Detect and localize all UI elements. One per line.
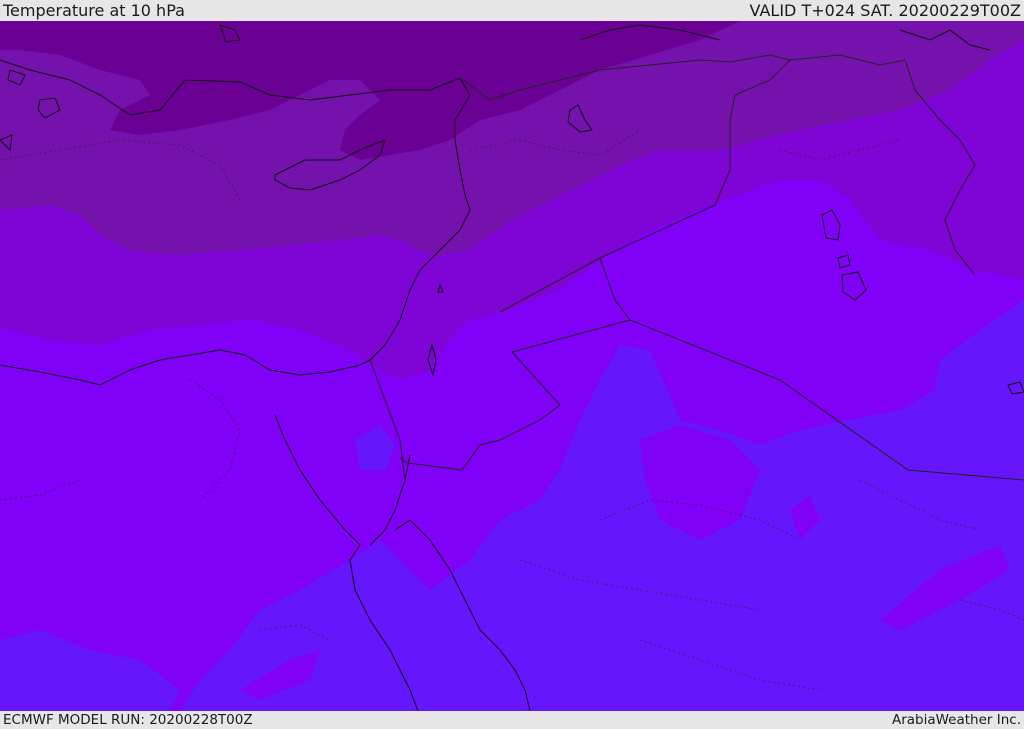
header-bar: Temperature at 10 hPa VALID T+024 SAT. 2… xyxy=(0,0,1024,21)
map-title: Temperature at 10 hPa xyxy=(3,1,185,20)
valid-time-label: VALID T+024 SAT. 20200229T00Z xyxy=(749,1,1021,20)
footer-bar: ECMWF MODEL RUN: 20200228T00Z ArabiaWeat… xyxy=(0,711,1024,729)
model-run-label: ECMWF MODEL RUN: 20200228T00Z xyxy=(3,712,253,728)
temperature-map[interactable] xyxy=(0,21,1024,711)
map-panel[interactable] xyxy=(0,21,1024,711)
credit-label: ArabiaWeather Inc. xyxy=(891,712,1021,728)
